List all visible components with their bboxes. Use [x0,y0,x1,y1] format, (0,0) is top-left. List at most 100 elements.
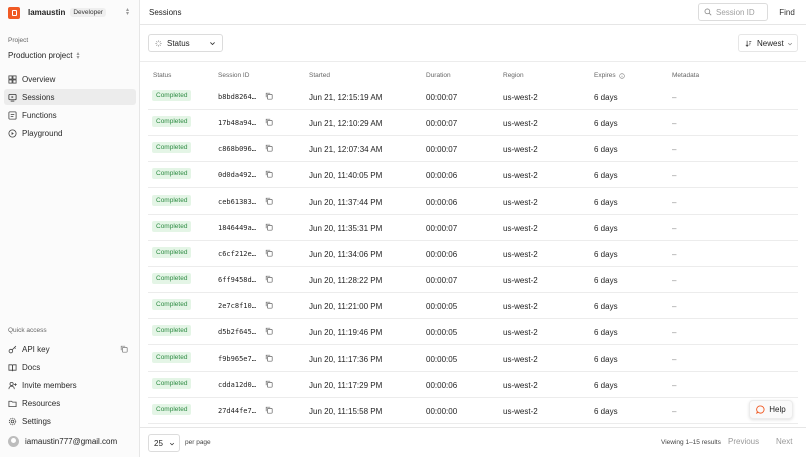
key-icon [8,345,17,354]
help-button[interactable]: Help [749,400,793,419]
user-email: iamaustin777@gmail.com [25,437,118,446]
search-icon [704,8,712,16]
project-label: Project [8,37,29,44]
table-row[interactable]: Completed 17b48a94… Jun 21, 12:10:29 AM … [148,110,798,137]
table-row[interactable]: Completed cdda12d0… Jun 20, 11:17:29 PM … [148,372,798,398]
copy-icon[interactable] [265,249,273,257]
search-input[interactable] [716,7,766,17]
status-filter-dropdown[interactable]: Status [148,34,223,52]
copy-icon[interactable] [265,223,273,231]
sidebar-item-invite-members[interactable]: Invite members [4,377,136,393]
column-header-expires: Expires [594,72,625,79]
copy-icon[interactable] [265,92,273,100]
per-page-label: per page [185,439,211,446]
started-time: Jun 20, 11:35:31 PM [309,223,383,233]
session-id[interactable]: 0d0da492… [218,171,256,179]
duration: 00:00:00 [426,406,458,416]
table-row[interactable]: Completed c868b096… Jun 21, 12:07:34 AM … [148,136,798,163]
sidebar-item-label: Invite members [22,380,77,390]
folder-icon [8,399,17,408]
session-id[interactable]: 1846449a… [218,224,256,232]
region: us-west-2 [503,276,538,286]
session-id[interactable]: d5b2f645… [218,328,256,336]
copy-icon[interactable] [265,118,273,126]
session-id[interactable]: cdda12d0… [218,381,256,389]
session-id[interactable]: 17b48a94… [218,119,256,127]
table-row[interactable]: Completed 1846449a… Jun 20, 11:35:31 PM … [148,215,798,241]
table-row[interactable]: Completed 27d44fe7… Jun 20, 11:15:58 PM … [148,398,798,424]
region: us-west-2 [503,197,538,207]
table-row[interactable]: Completed d5b2f645… Jun 20, 11:19:46 PM … [148,319,798,346]
sort-dropdown[interactable]: Newest [738,34,798,52]
find-button[interactable]: Find [772,3,802,21]
copy-icon[interactable] [265,354,273,362]
table-row[interactable]: Completed c6cf212e… Jun 20, 11:34:06 PM … [148,241,798,267]
session-id[interactable]: f9b965e7… [218,355,256,363]
copy-icon[interactable] [265,197,273,205]
table-row[interactable]: Completed 6ff9458d… Jun 20, 11:28:22 PM … [148,267,798,294]
session-id[interactable]: 2e7c8f10… [218,302,256,310]
copy-icon[interactable] [265,380,273,388]
table-row[interactable]: Completed f9b965e7… Jun 20, 11:17:36 PM … [148,346,798,372]
info-icon[interactable] [618,72,625,79]
copy-icon[interactable] [265,144,273,152]
session-id[interactable]: ceb61383… [218,198,256,206]
sidebar-item-sessions[interactable]: Sessions [4,89,136,105]
expires: 6 days [594,380,618,390]
previous-button[interactable]: Previous [728,437,759,446]
duration: 00:00:06 [426,197,458,207]
sidebar-item-functions[interactable]: Functions [4,107,136,123]
chat-bubble-icon [756,405,765,414]
region: us-west-2 [503,249,538,259]
metadata: – [672,249,677,259]
status-badge: Completed [152,142,192,154]
copy-icon[interactable] [265,170,273,178]
next-button[interactable]: Next [776,437,792,446]
session-id[interactable]: 27d44fe7… [218,407,256,415]
sidebar-item-api-key[interactable]: API key [4,341,136,357]
user-menu[interactable]: iamaustin777@gmail.com [8,436,117,447]
column-header-metadata: Metadata [672,72,700,79]
session-id[interactable]: b8bd8264… [218,93,256,101]
sidebar-item-label: Settings [22,416,51,426]
metadata: – [672,223,677,233]
metadata: – [672,328,677,338]
sidebar-item-overview[interactable]: Overview [4,71,136,87]
copy-icon[interactable] [265,406,273,414]
table-row[interactable]: Completed ceb61383… Jun 20, 11:37:44 PM … [148,189,798,215]
copy-icon[interactable] [265,301,273,309]
chevron-down-icon [787,42,793,46]
loader-icon [155,39,162,47]
gear-icon [8,417,17,426]
sidebar-item-docs[interactable]: Docs [4,359,136,375]
column-header-session-id: Session ID [218,72,250,79]
copy-icon[interactable] [265,327,273,335]
metadata: – [672,380,677,390]
project-switcher[interactable]: Production project ▴ ▾ [8,50,80,61]
session-id[interactable]: c6cf212e… [218,250,256,258]
sidebar-item-playground[interactable]: Playground [4,125,136,141]
table-top-divider [140,61,806,62]
per-page-value: 25 [154,438,163,448]
session-id[interactable]: c868b096… [218,145,256,153]
sidebar-item-resources[interactable]: Resources [4,395,136,411]
sidebar-item-settings[interactable]: Settings [4,413,136,429]
copy-icon[interactable] [265,275,273,283]
status-badge: Completed [152,351,192,363]
started-time: Jun 20, 11:19:46 PM [309,328,383,338]
per-page-select[interactable]: 25 [148,434,180,452]
session-search[interactable] [698,3,768,21]
session-id[interactable]: 6ff9458d… [218,276,256,284]
table-row[interactable]: Completed 2e7c8f10… Jun 20, 11:21:00 PM … [148,293,798,320]
started-time: Jun 20, 11:15:58 PM [309,406,383,416]
table-row[interactable]: Completed b8bd8264… Jun 21, 12:15:19 AM … [148,84,798,110]
org-switcher[interactable]: lamaustin Developer ▴ ▾ [0,0,140,25]
chevron-updown-icon: ▴ ▾ [76,50,80,61]
copy-icon[interactable] [120,345,128,353]
duration: 00:00:06 [426,380,458,390]
sidebar-item-label: Sessions [22,92,55,102]
expires: 6 days [594,171,618,181]
help-label: Help [769,405,786,414]
functions-icon [8,110,17,120]
table-row[interactable]: Completed 0d0da492… Jun 20, 11:40:05 PM … [148,162,798,189]
